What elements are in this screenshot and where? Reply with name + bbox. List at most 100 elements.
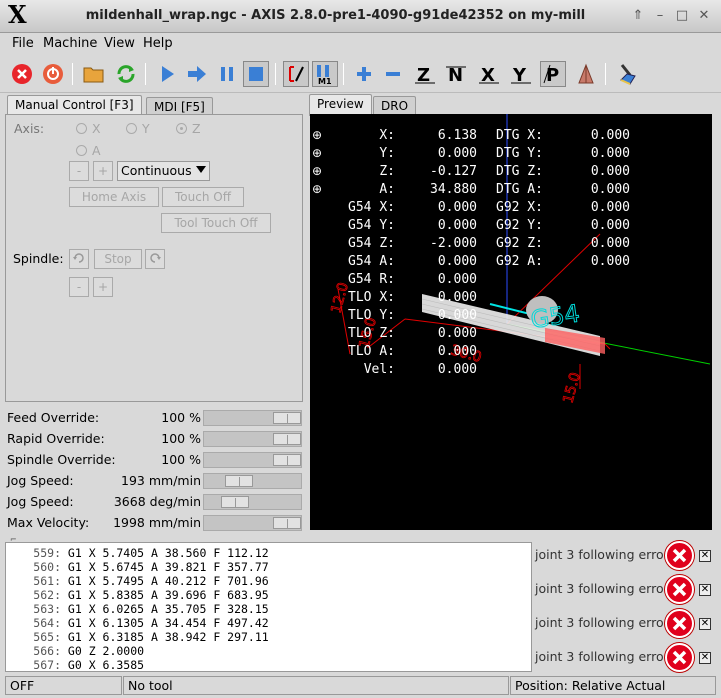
gcode-line[interactable]: 565: G1 X 6.3185 A 38.942 F 297.11 [6, 630, 268, 644]
minimize-arrow-icon[interactable]: ⇑ [630, 8, 646, 24]
power-icon[interactable] [40, 61, 66, 87]
reload-icon[interactable] [113, 61, 139, 87]
pause-icon[interactable] [214, 61, 240, 87]
zoom-out-icon[interactable] [380, 61, 406, 87]
gcode-line-text: G0 X 6.3585 [61, 658, 145, 672]
dro-value: 0.000 [438, 326, 477, 341]
error-notification: joint 3 following error ✕ [533, 607, 719, 641]
dro-label: G54 X: [348, 200, 395, 215]
zoom-in-icon[interactable] [351, 61, 377, 87]
maximize-button[interactable]: □ [674, 8, 690, 24]
error-x-icon [672, 650, 687, 665]
view-y-icon[interactable]: Y [508, 61, 534, 87]
dro-value: 6.138 [438, 128, 477, 143]
spindle-cw-button[interactable] [145, 249, 165, 269]
dro-dtg-value: 0.000 [591, 146, 630, 161]
toolbar-separator [605, 63, 606, 85]
svg-text:M1: M1 [318, 77, 332, 85]
view-z-icon[interactable]: Z [412, 61, 438, 87]
close-button[interactable]: ✕ [696, 8, 712, 24]
slider-thumb[interactable] [273, 454, 301, 466]
dro-value: 0.000 [438, 362, 477, 377]
spindle-plus-button[interactable]: + [93, 277, 113, 297]
slider-thumb[interactable] [221, 496, 249, 508]
gcode-line[interactable]: 563: G1 X 6.0265 A 35.705 F 328.15 [6, 602, 269, 616]
block-delete-icon[interactable] [283, 61, 309, 87]
gcode-line[interactable]: 567: G0 X 6.3585 [6, 658, 145, 672]
axis-a-radio[interactable] [76, 145, 87, 156]
tab-preview[interactable]: Preview [309, 94, 372, 116]
error-x-icon [672, 582, 687, 597]
svg-text:X: X [481, 65, 495, 85]
dro-value: 0.000 [438, 272, 477, 287]
override-slider[interactable] [203, 452, 302, 468]
dro-dtg-value: 0.000 [591, 254, 630, 269]
axis-x-radio[interactable] [76, 123, 87, 134]
preview-canvas[interactable]: G54 30.0 15.0 15.0 12.0 ⊕ ⊕ ⊕ ⊕ X: 6.138 DTG … [310, 114, 712, 530]
menu-machine[interactable]: Machine [43, 36, 97, 51]
dro-dtg-label: G92 Z: [496, 236, 543, 251]
jog-plus-button[interactable]: + [93, 161, 113, 181]
override-slider[interactable] [203, 494, 302, 510]
spindle-minus-button[interactable]: - [69, 277, 89, 297]
rotate-view-icon[interactable] [573, 61, 599, 87]
error-notification: joint 3 following error ✕ [533, 539, 719, 573]
resize-grip-icon[interactable]: ⌐ [10, 535, 20, 544]
gcode-line[interactable]: 560: G1 X 5.6745 A 39.821 F 357.77 [6, 560, 268, 574]
dro-label: TLO Z: [348, 326, 395, 341]
dro-label: Z: [379, 164, 395, 179]
tool-touch-off-button[interactable]: Tool Touch Off [161, 213, 271, 233]
slider-thumb[interactable] [273, 433, 301, 445]
view-x-icon[interactable]: X [476, 61, 502, 87]
run-icon[interactable] [154, 61, 180, 87]
step-icon[interactable] [184, 61, 210, 87]
home-axis-button[interactable]: Home Axis [69, 187, 159, 207]
view-z2-icon[interactable]: N [443, 61, 469, 87]
dro-value: 0.000 [438, 290, 477, 305]
gcode-line[interactable]: 561: G1 X 5.7495 A 40.212 F 701.96 [6, 574, 268, 588]
override-slider[interactable] [203, 473, 302, 489]
override-slider[interactable] [203, 410, 302, 426]
slider-thumb[interactable] [273, 517, 301, 529]
x-logo-icon[interactable]: X [8, 3, 32, 27]
estop-icon[interactable] [9, 61, 35, 87]
gcode-listing[interactable]: 559: G1 X 5.7405 A 38.560 F 112.12 560: G… [5, 542, 532, 672]
dismiss-error-button[interactable]: ✕ [699, 652, 711, 664]
minimize-button[interactable]: – [652, 8, 668, 24]
view-p-icon[interactable]: P [540, 61, 566, 87]
spindle-ccw-button[interactable] [69, 249, 89, 269]
gcode-line[interactable]: 564: G1 X 6.1305 A 34.454 F 497.42 [6, 616, 268, 630]
menu-help[interactable]: Help [143, 36, 173, 51]
jog-mode-value: Continuous [121, 163, 192, 178]
jog-mode-select[interactable]: Continuous [117, 161, 210, 181]
override-slider[interactable] [203, 431, 302, 447]
homed-icon: ⊕ [312, 146, 322, 160]
gcode-line[interactable]: 562: G1 X 5.8385 A 39.696 F 683.95 [6, 588, 268, 602]
spindle-stop-button[interactable]: Stop [94, 249, 142, 269]
axis-y-radio[interactable] [126, 123, 137, 134]
clear-plot-icon[interactable] [614, 61, 640, 87]
axis-z-radio[interactable] [176, 123, 187, 134]
menu-view[interactable]: View [104, 36, 135, 51]
axis-x-label: X [92, 121, 101, 136]
gcode-line[interactable]: 566: G0 Z 2.0000 [6, 644, 144, 658]
error-text: joint 3 following error [535, 649, 669, 664]
gcode-line[interactable]: 559: G1 X 5.7405 A 38.560 F 112.12 [6, 546, 268, 560]
slider-thumb[interactable] [225, 475, 253, 487]
tab-dro[interactable]: DRO [373, 96, 417, 116]
open-file-icon[interactable] [81, 61, 107, 87]
dismiss-error-button[interactable]: ✕ [699, 618, 711, 630]
override-slider[interactable] [203, 515, 302, 531]
toolbar-separator [343, 63, 344, 85]
stop-icon[interactable] [243, 61, 269, 87]
slider-thumb[interactable] [273, 412, 301, 424]
menu-file[interactable]: File [12, 36, 34, 51]
gcode-line-number: 565: [33, 630, 61, 644]
gcode-line-text: G1 X 6.0265 A 35.705 F 328.15 [61, 602, 269, 616]
jog-minus-button[interactable]: - [69, 161, 89, 181]
optional-stop-icon[interactable]: M1 [312, 61, 338, 87]
touch-off-button[interactable]: Touch Off [162, 187, 244, 207]
dro-label: G54 R: [348, 272, 395, 287]
dismiss-error-button[interactable]: ✕ [699, 584, 711, 596]
dismiss-error-button[interactable]: ✕ [699, 550, 711, 562]
